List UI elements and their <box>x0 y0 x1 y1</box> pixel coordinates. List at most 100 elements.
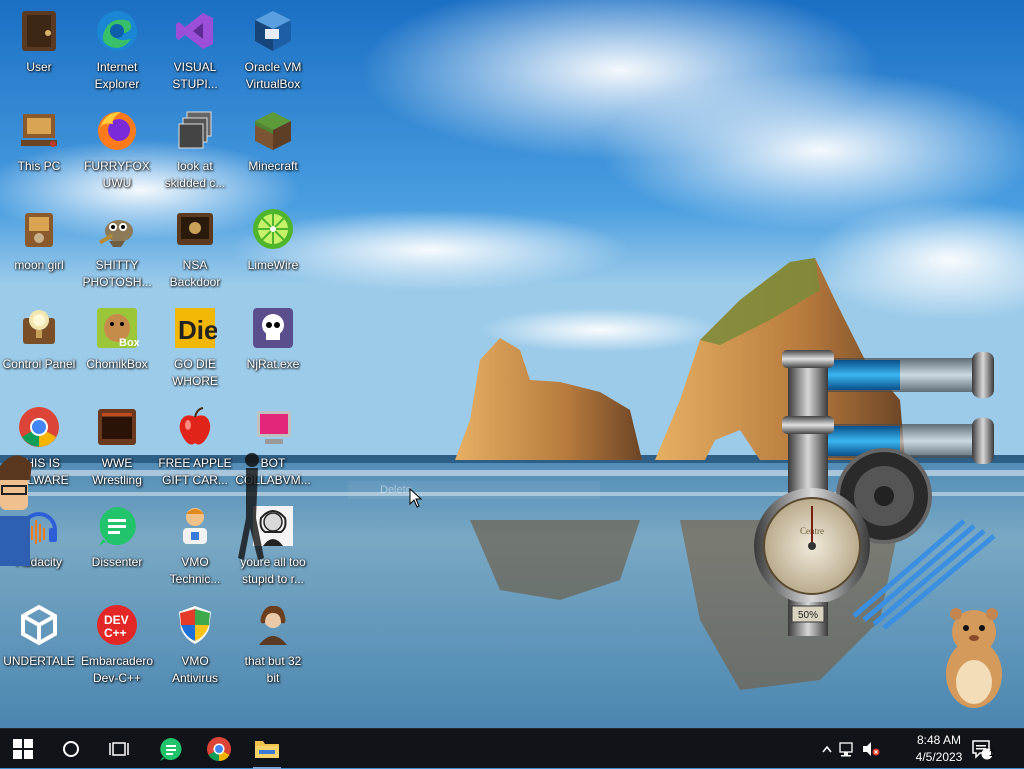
svg-text:Box: Box <box>119 337 139 349</box>
desktop-icon-label: User <box>26 60 52 74</box>
apple-icon <box>172 404 218 450</box>
desktop-icon-grid: User Internet Explorer VISUAL STUPI... O… <box>0 0 320 728</box>
pipe-level-1 <box>828 360 900 390</box>
desktop-icon-dissenter[interactable]: Dissenter <box>80 499 154 589</box>
unity-icon <box>16 602 62 648</box>
desktop-icon-vmo-technician[interactable]: VMO Technic... <box>158 499 232 589</box>
desktop-icon-photoshop[interactable]: SHITTY PHOTOSH... <box>80 202 154 292</box>
desktop-icon-label: GO DIE WHORE <box>172 357 218 388</box>
desktop-icon-label: Embarcadero Dev-C++ <box>80 654 154 685</box>
start-button[interactable] <box>0 729 46 769</box>
desktop-icon-visual-studio[interactable]: VISUAL STUPI... <box>158 4 232 94</box>
desktop-icon-label: VMO Technic... <box>169 555 221 586</box>
bot-collabvm-icon <box>250 404 296 450</box>
desktop-icon-free-apple[interactable]: FREE APPLE GIFT CAR... <box>158 400 232 490</box>
taskbar-chrome[interactable] <box>196 729 242 769</box>
chrome-icon <box>207 737 231 762</box>
desktop-icon-label: Control Panel <box>2 357 76 371</box>
drag-ghost-label: Delete <box>348 481 600 499</box>
desktop-icon-dev-cpp[interactable]: DEV C++ Embarcadero Dev-C++ <box>80 598 154 688</box>
desktop-icon-moon-girl[interactable]: moon girl <box>2 202 76 292</box>
desktop-icon-label: This PC <box>17 159 61 173</box>
desktop-icon-user[interactable]: User <box>2 4 76 94</box>
desktop-icon-chomikbox[interactable]: Box ChomikBox <box>80 301 154 391</box>
desktop-icon-label: Oracle VM VirtualBox <box>244 60 302 91</box>
folder-icon <box>255 741 279 758</box>
desktop-icon-label: Dissenter <box>91 555 143 569</box>
gauge-percent-label: 50% <box>798 610 818 621</box>
svg-text:DEV: DEV <box>104 613 129 627</box>
desktop-icon-label: LimeWire <box>247 258 299 272</box>
dissenter-icon <box>160 738 182 761</box>
desktop-icon-label: ChomikBox <box>86 357 148 371</box>
desktop-icon-undertale[interactable]: UNDERTALE <box>2 598 76 688</box>
devcpp-icon: DEV C++ <box>94 602 140 648</box>
desktop-icon-this-pc[interactable]: This PC <box>2 103 76 193</box>
silhouette-figure <box>228 448 268 633</box>
limewire-icon <box>250 206 296 252</box>
die-icon: Die <box>172 305 218 351</box>
virtualbox-icon <box>250 8 296 54</box>
windows-logo-icon <box>13 739 33 759</box>
system-tray <box>820 729 882 769</box>
show-hidden-icons-chevron-icon[interactable] <box>820 745 834 753</box>
desktop-icon-internet-explorer[interactable]: Internet Explorer <box>80 4 154 94</box>
desktop-icon-label: VISUAL STUPI... <box>172 60 218 91</box>
desktop-icon-vmo-antivirus[interactable]: VMO Antivirus <box>158 598 232 688</box>
mouse-cursor-icon <box>409 487 423 513</box>
desktop-icon-label: NSA Backdoor <box>169 258 221 289</box>
desktop-icon-wwe[interactable]: WWE Wrestling <box>80 400 154 490</box>
notification-count-badge: 1 <box>988 748 994 758</box>
taskbar-dissenter[interactable] <box>148 729 194 769</box>
taskbar-file-explorer[interactable] <box>244 729 290 769</box>
desktop-icon-label: Minecraft <box>248 159 298 173</box>
edge-icon <box>94 8 140 54</box>
desktop-icon-label: SHITTY PHOTOSH... <box>82 258 152 289</box>
nsa-backdoor-icon <box>172 206 218 252</box>
desktop-icon-nsa-backdoor[interactable]: NSA Backdoor <box>158 202 232 292</box>
dissenter-icon <box>94 503 140 549</box>
desktop-icon-label: look at skidded c... <box>164 159 226 190</box>
desktop-icon-label: WWE Wrestling <box>92 456 142 487</box>
desktop-icon-furryfox[interactable]: FURRYFOX UWU <box>80 103 154 193</box>
task-view-icon <box>109 742 129 756</box>
desktop-icon-label: moon girl <box>14 258 64 272</box>
svg-text:Die: Die <box>178 315 217 345</box>
search-circle-icon <box>63 741 79 757</box>
this-pc-icon <box>16 107 62 153</box>
desktop-icon-label: VMO Antivirus <box>171 654 218 685</box>
stacked-windows-icon <box>172 107 218 153</box>
desktop-icon-skidded[interactable]: look at skidded c... <box>158 103 232 193</box>
taskbar: 8:48 AM 4/5/2023 1 <box>0 728 1024 769</box>
desktop-icon-label: NjRat.exe <box>246 357 300 371</box>
svg-text:C++: C++ <box>104 626 127 640</box>
action-center-button[interactable]: 1 <box>960 729 1004 769</box>
minecraft-grass-block-icon <box>250 107 296 153</box>
chomikbox-icon: Box <box>94 305 140 351</box>
desktop-icon-label: that but 32 bit <box>244 654 302 685</box>
desktop-icon-njrat[interactable]: NjRat.exe <box>236 301 310 391</box>
shield-icon <box>172 602 218 648</box>
user-folder-icon <box>16 8 62 54</box>
desktop-icon-label: FREE APPLE GIFT CAR... <box>158 456 232 487</box>
desktop-icon-virtualbox[interactable]: Oracle VM VirtualBox <box>236 4 310 94</box>
network-icon[interactable] <box>834 741 860 757</box>
technician-icon <box>172 503 218 549</box>
search-button[interactable] <box>48 729 94 769</box>
desktop-icon-die[interactable]: Die GO DIE WHORE <box>158 301 232 391</box>
desktop-icon-limewire[interactable]: LimeWire <box>236 202 310 292</box>
gimp-icon <box>94 206 140 252</box>
moon-girl-icon <box>16 206 62 252</box>
hamster-gadget[interactable] <box>938 602 1012 717</box>
chrome-icon <box>16 404 62 450</box>
desktop-icon-label: UNDERTALE <box>3 654 75 668</box>
volume-muted-icon[interactable] <box>860 741 882 757</box>
desktop-icon-label: FURRYFOX UWU <box>84 159 150 190</box>
firefox-icon <box>94 107 140 153</box>
desktop-icon-control-panel[interactable]: Control Panel <box>2 301 76 391</box>
desktop-icon-minecraft[interactable]: Minecraft <box>236 103 310 193</box>
desktop-icon-label: Internet Explorer <box>94 60 140 91</box>
task-view-button[interactable] <box>96 729 142 769</box>
visual-studio-icon <box>172 8 218 54</box>
cartoon-character-gadget[interactable] <box>0 446 34 571</box>
